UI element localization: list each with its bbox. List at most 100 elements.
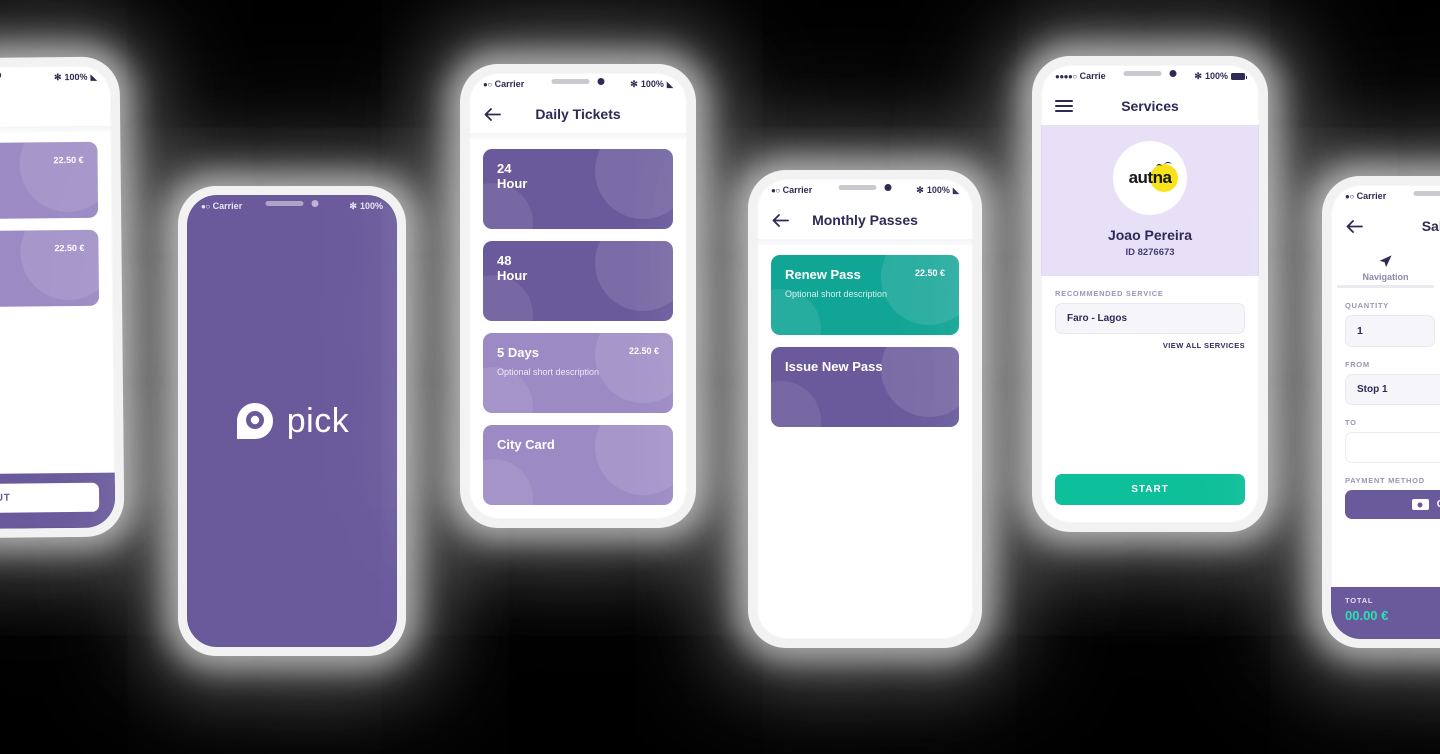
- carrier-indicator: ●○ Carrier: [1345, 191, 1386, 201]
- ticket-desc: Optional short description: [497, 366, 600, 377]
- ticket-card[interactable]: City Card: [483, 425, 673, 505]
- page-title: Services: [1121, 98, 1179, 114]
- checkout-button[interactable]: CHECKOUT: [0, 482, 100, 515]
- sales-status-bar: ●○ Carrier ✻ 100%: [1331, 185, 1440, 207]
- notch-cluster: [838, 184, 892, 191]
- signal-dots-icon: ●○: [771, 185, 780, 195]
- monthly-card-list: Renew Pass 22.50 € Optional short descri…: [757, 245, 973, 437]
- battery-percent: 100%: [640, 79, 664, 89]
- monthly-status-bar: ●○ Carrier ✻ 100% ◣: [757, 179, 973, 201]
- back-arrow-icon[interactable]: [483, 105, 501, 123]
- sales-app-bar: Sales: [1331, 207, 1440, 245]
- ticket-desc: on: [0, 171, 84, 183]
- total-value: 00.00 €: [1345, 608, 1389, 623]
- ticket-card[interactable]: Renew Pass 22.50 € Optional short descri…: [771, 255, 959, 335]
- quantity-input[interactable]: 1: [1345, 315, 1435, 347]
- ticket-card[interactable]: 22.50 € on: [0, 229, 100, 309]
- daily-app-bar: Daily Tickets: [469, 95, 687, 133]
- phone-services: ●●●●○ Carrie ✻ 100% Services autna Joao …: [1032, 56, 1268, 532]
- bluetooth-icon: ✻: [1194, 70, 1202, 81]
- ticket-card[interactable]: 48 Hour: [483, 241, 673, 321]
- logo-text: autna: [1128, 168, 1172, 187]
- cart-app-bar: Ticket: [0, 87, 112, 129]
- ticket-desc: Optional short description: [785, 288, 888, 299]
- notch-cluster: [1123, 70, 1177, 77]
- navigation-arrow-icon: [1331, 253, 1440, 269]
- total-bar: TOTAL 00.00 €: [1331, 587, 1440, 639]
- birds-icon: [1156, 162, 1172, 166]
- ticket-name: 5 Days: [497, 345, 539, 360]
- decor-circle: [881, 347, 959, 417]
- cash-icon: [1411, 499, 1429, 510]
- carrier-label: Carrie: [1079, 71, 1106, 81]
- speaker-grill: [1123, 71, 1162, 76]
- back-arrow-icon[interactable]: [771, 211, 789, 229]
- tab-navigation[interactable]: Navigation: [1331, 245, 1440, 288]
- carrier-indicator: ●●●●○ Carrie: [1055, 71, 1106, 81]
- status-right: ✻ 100%: [1194, 70, 1247, 82]
- signal-dots-icon: ●○: [1345, 191, 1354, 201]
- view-all-services-link[interactable]: VIEW ALL SERVICES: [1055, 341, 1245, 350]
- cart-card-list: 22.50 € on 22.50 € on: [0, 132, 113, 319]
- signal-dots-icon: ●●●●○: [1055, 71, 1077, 81]
- status-right: ✻ 100% ◣: [630, 79, 673, 90]
- autna-logo-icon: autna: [1121, 162, 1179, 193]
- front-camera-icon: [1169, 70, 1177, 77]
- sales-tab-bar: Navigation Sales: [1331, 245, 1440, 288]
- ticket-price: 22.50 €: [914, 268, 945, 278]
- from-field[interactable]: Stop 1: [1345, 374, 1440, 405]
- battery-icon: [1231, 72, 1247, 80]
- signal-dots-icon: ●○: [483, 79, 492, 89]
- ticket-card[interactable]: 5 Days 22.50 € Optional short descriptio…: [483, 333, 673, 413]
- cart-status-bar: ●○ Carrier ✻ 100% ◣: [0, 66, 111, 91]
- notch-cluster: [1413, 190, 1440, 197]
- phone-sales: ●○ Carrier ✻ 100% Sales: [1322, 176, 1440, 648]
- ticket-card[interactable]: 24 Hour: [483, 149, 673, 229]
- carrier-label: Carrier: [782, 185, 813, 195]
- speaker-grill: [1413, 191, 1440, 196]
- status-right: ✻ 100% ◣: [54, 71, 97, 82]
- profile-id: ID 8276673: [1125, 247, 1175, 258]
- splash-logo: pick: [187, 195, 397, 647]
- profile-name: Joao Pereira: [1107, 227, 1193, 243]
- ticket-name: 24 Hour: [497, 161, 528, 191]
- to-field[interactable]: [1345, 432, 1440, 463]
- back-arrow-icon[interactable]: [1345, 217, 1363, 235]
- ticket-name: Issue New Pass: [785, 359, 883, 374]
- hamburger-menu-icon[interactable]: [1055, 97, 1073, 115]
- carrier-label: Carrier: [1356, 191, 1387, 201]
- pick-logo-icon: [236, 403, 273, 439]
- ticket-name: City Card: [497, 437, 555, 452]
- start-button[interactable]: START: [1055, 474, 1245, 505]
- ticket-name: Renew Pass: [785, 267, 861, 282]
- notch-cluster: [551, 78, 605, 85]
- recommended-service-label: RECOMMENDED SERVICE: [1055, 289, 1164, 298]
- notch-cluster: [0, 71, 2, 80]
- recommended-service-field[interactable]: Faro - Lagos: [1055, 303, 1245, 334]
- front-camera-icon: [597, 78, 605, 85]
- payment-method-label: PAYMENT METHOD: [1345, 476, 1425, 485]
- services-status-bar: ●●●●○ Carrie ✻ 100%: [1041, 65, 1259, 87]
- quantity-label: QUANTITY: [1345, 301, 1389, 310]
- page-title: Monthly Passes: [812, 212, 918, 228]
- ticket-price: 22.50 €: [628, 346, 659, 356]
- tab-underline: [1337, 285, 1434, 288]
- status-right: ✻ 100% ◣: [916, 185, 959, 196]
- daily-status-bar: ●○ Carrier ✻ 100% ◣: [469, 73, 687, 95]
- page-title: Ticket: [0, 99, 111, 118]
- ticket-card[interactable]: Issue New Pass: [771, 347, 959, 427]
- quantity-row: 1 20: [1345, 315, 1440, 347]
- carrier-indicator: ●○ Carrier: [483, 79, 524, 89]
- front-camera-icon: [884, 184, 892, 191]
- battery-icon: ◣: [666, 79, 673, 89]
- cash-payment-button[interactable]: CASH: [1345, 490, 1440, 519]
- ticket-price: 22.50 €: [54, 242, 85, 254]
- services-app-bar: Services: [1041, 87, 1259, 125]
- decor-circle: [483, 459, 533, 505]
- front-camera-icon: [0, 71, 2, 79]
- phone-cart: ●○ Carrier ✻ 100% ◣ Ticket: [0, 56, 125, 540]
- ticket-card[interactable]: 22.50 € on: [0, 141, 99, 221]
- services-screen: ●●●●○ Carrie ✻ 100% Services autna Joao …: [1041, 65, 1259, 523]
- battery-percent: 100%: [1204, 71, 1228, 81]
- carrier-indicator: ●○ Carrier: [771, 185, 812, 195]
